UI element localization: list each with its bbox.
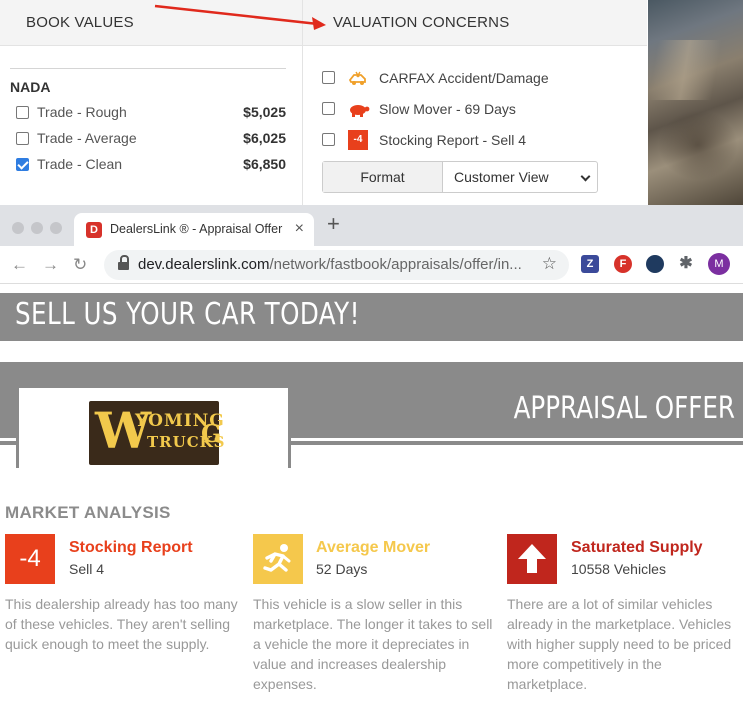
book-value-label: Trade - Rough bbox=[37, 104, 127, 120]
wyoming-trucks-logo: W YOMING TRUCKS G bbox=[89, 401, 225, 465]
book-values-header: BOOK VALUES bbox=[0, 0, 302, 46]
window-close-dot[interactable] bbox=[12, 222, 24, 234]
concern-row-stocking[interactable]: -4 Stocking Report - Sell 4 bbox=[322, 129, 642, 151]
view-select-value: Customer View bbox=[454, 169, 549, 185]
chevron-down-icon bbox=[580, 171, 591, 182]
bookmark-star-icon[interactable]: ☆ bbox=[542, 254, 557, 274]
description-line: quick enough to meet the supply. bbox=[5, 636, 210, 652]
valuation-concerns-header: VALUATION CONCERNS bbox=[302, 0, 647, 46]
description-line: There are a lot of similar vehicles bbox=[507, 596, 713, 612]
trade-clean-checkbox[interactable] bbox=[16, 158, 29, 171]
format-button[interactable]: Format bbox=[323, 162, 443, 192]
running-person-icon bbox=[253, 534, 303, 584]
tab-title: DealersLink ® - Appraisal Offer bbox=[110, 222, 283, 236]
description-line: value and increases dealership bbox=[253, 656, 447, 672]
concern-row-slow-mover[interactable]: Slow Mover - 69 Days bbox=[322, 98, 642, 120]
metric-subtitle: Sell 4 bbox=[69, 561, 105, 577]
metric-title: Stocking Report bbox=[69, 539, 193, 556]
carfax-icon bbox=[348, 68, 368, 88]
format-control: Format Customer View bbox=[322, 161, 598, 193]
panel-divider bbox=[302, 46, 303, 205]
book-value-label: Trade - Average bbox=[37, 130, 137, 146]
profile-avatar[interactable]: M bbox=[708, 253, 730, 275]
description-line: This vehicle is a slow seller in this bbox=[253, 596, 463, 612]
metric-subtitle: 10558 Vehicles bbox=[571, 561, 666, 577]
forward-arrow-icon[interactable]: → bbox=[42, 255, 59, 275]
url-host: dev.dealerslink.com bbox=[138, 256, 270, 273]
description-line: with higher supply need to be priced bbox=[507, 636, 732, 652]
valuation-panel: BOOK VALUES VALUATION CONCERNS NADA Trad… bbox=[0, 0, 743, 205]
z-extension-icon[interactable]: Z bbox=[581, 255, 599, 273]
turtle-icon bbox=[348, 99, 370, 119]
lock-icon bbox=[118, 255, 129, 271]
book-value-amount: $6,850 bbox=[243, 156, 286, 172]
hero-title: SELL US YOUR CAR TODAY! bbox=[15, 297, 360, 332]
carfax-checkbox[interactable] bbox=[322, 71, 335, 84]
up-arrow-icon bbox=[507, 534, 557, 584]
stocking-report-icon: -4 bbox=[348, 130, 368, 150]
metric-title: Average Mover bbox=[316, 539, 431, 556]
metric-description: There are a lot of similar vehicles alre… bbox=[507, 594, 731, 694]
concern-label: CARFAX Accident/Damage bbox=[379, 70, 549, 86]
description-line: already in the marketplace. Vehicles bbox=[507, 616, 732, 632]
window-zoom-dot[interactable] bbox=[50, 222, 62, 234]
book-value-amount: $6,025 bbox=[243, 130, 286, 146]
appraisal-offer-title: APPRAISAL OFFER bbox=[513, 391, 735, 426]
description-line: This dealership already has too many bbox=[5, 596, 238, 612]
market-analysis-title: MARKET ANALYSIS bbox=[5, 503, 171, 522]
metric-description: This dealership already has too many of … bbox=[5, 594, 238, 654]
metric-subtitle: 52 Days bbox=[316, 561, 368, 577]
nada-divider bbox=[10, 68, 286, 69]
description-line: marketplace. The longer it takes to sell bbox=[253, 616, 493, 632]
hero-banner: SELL US YOUR CAR TODAY! bbox=[0, 293, 743, 341]
nada-title: NADA bbox=[10, 79, 51, 95]
dealerslink-favicon-icon: D bbox=[86, 222, 102, 238]
trade-average-checkbox[interactable] bbox=[16, 132, 29, 145]
book-value-row-clean[interactable]: Trade - Clean $6,850 bbox=[16, 155, 286, 175]
metric-title: Saturated Supply bbox=[571, 539, 703, 556]
view-select[interactable]: Customer View bbox=[444, 162, 597, 192]
description-line: a vehicle the more it depreciates in bbox=[253, 636, 470, 652]
description-line: more competitively in the bbox=[507, 656, 662, 672]
back-arrow-icon[interactable]: ← bbox=[11, 255, 28, 275]
url-path: /network/fastbook/appraisals/offer/in... bbox=[269, 256, 522, 273]
puzzle-extension-icon[interactable]: ✱ bbox=[677, 255, 695, 273]
url-text: dev.dealerslink.com/network/fastbook/app… bbox=[138, 256, 522, 273]
metric-description: This vehicle is a slow seller in this ma… bbox=[253, 594, 492, 694]
logo-letter-g: G bbox=[201, 419, 223, 448]
browser-tab[interactable]: D DealersLink ® - Appraisal Offer × bbox=[74, 213, 314, 246]
concern-row-carfax[interactable]: CARFAX Accident/Damage bbox=[322, 67, 642, 89]
book-value-row-rough[interactable]: Trade - Rough $5,025 bbox=[16, 103, 286, 123]
stocking-report-icon: -4 bbox=[5, 534, 55, 584]
new-tab-button[interactable]: + bbox=[327, 211, 340, 237]
tab-close-icon[interactable]: × bbox=[295, 220, 304, 238]
slow-mover-checkbox[interactable] bbox=[322, 102, 335, 115]
concern-label: Slow Mover - 69 Days bbox=[379, 101, 516, 117]
window-minimize-dot[interactable] bbox=[31, 222, 43, 234]
circle-extension-icon[interactable] bbox=[646, 255, 664, 273]
book-value-label: Trade - Clean bbox=[37, 156, 123, 172]
description-line: marketplace. bbox=[507, 676, 588, 692]
browser-toolbar: ← → ↻ dev.dealerslink.com/network/fastbo… bbox=[0, 246, 743, 284]
f-extension-icon[interactable]: F bbox=[614, 255, 632, 273]
book-value-row-average[interactable]: Trade - Average $6,025 bbox=[16, 129, 286, 149]
browser-tab-bar: D DealersLink ® - Appraisal Offer × bbox=[0, 205, 743, 246]
concern-label: Stocking Report - Sell 4 bbox=[379, 132, 527, 148]
vehicle-photo bbox=[648, 0, 743, 205]
stocking-report-checkbox[interactable] bbox=[322, 133, 335, 146]
book-value-amount: $5,025 bbox=[243, 104, 286, 120]
trade-rough-checkbox[interactable] bbox=[16, 106, 29, 119]
reload-icon[interactable]: ↻ bbox=[73, 255, 87, 275]
description-line: of these vehicles. They aren't selling bbox=[5, 616, 230, 632]
address-bar[interactable]: dev.dealerslink.com/network/fastbook/app… bbox=[104, 250, 569, 280]
description-line: expenses. bbox=[253, 676, 317, 692]
